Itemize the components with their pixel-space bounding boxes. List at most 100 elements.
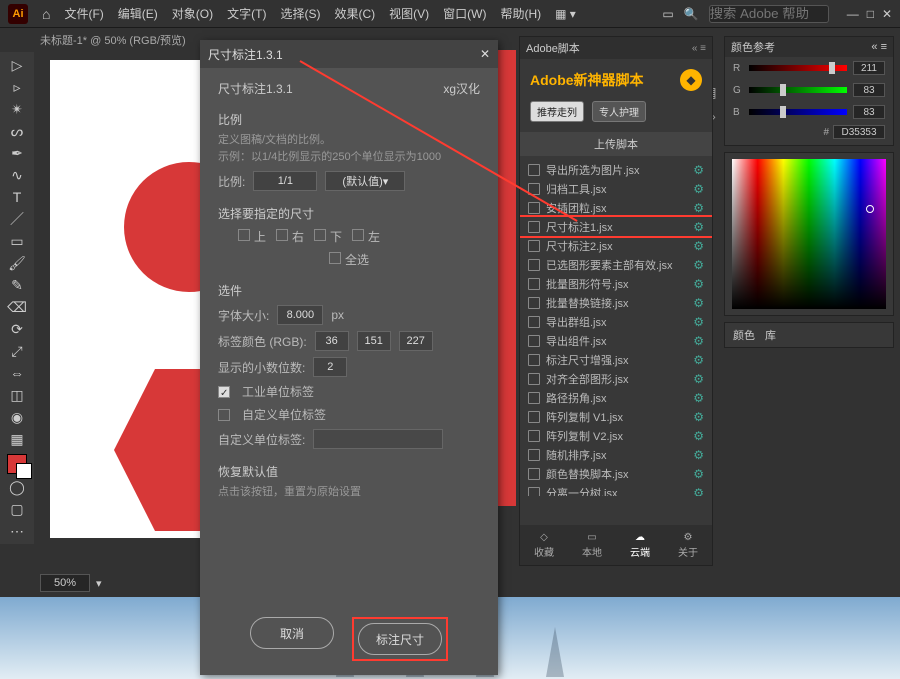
r-slider[interactable] xyxy=(749,65,847,71)
edge-right-checkbox[interactable] xyxy=(276,229,288,241)
script-item[interactable]: 导出群组.jsx⚙ xyxy=(520,312,712,331)
script-item[interactable]: 归档工具.jsx⚙ xyxy=(520,179,712,198)
rect-tool-icon[interactable]: ▭ xyxy=(2,230,32,252)
layout-switcher-icon[interactable]: ▦ ▾ xyxy=(555,7,576,21)
gear-icon[interactable]: ⚙ xyxy=(693,486,704,497)
search-input[interactable] xyxy=(709,5,829,23)
arrange-icon[interactable]: ▭ xyxy=(662,7,673,21)
color-r-input[interactable] xyxy=(315,331,349,351)
lasso-tool-icon[interactable]: ᔕ xyxy=(2,120,32,142)
select-all-checkbox[interactable] xyxy=(329,252,341,264)
font-size-input[interactable] xyxy=(277,305,323,325)
ok-button[interactable]: 标注尺寸 xyxy=(358,623,442,655)
gear-icon[interactable]: ⚙ xyxy=(693,258,704,272)
tab-libraries[interactable]: 库 xyxy=(765,327,776,343)
home-icon[interactable]: ⌂ xyxy=(42,6,50,22)
script-item[interactable]: 分离一分树.jsx⚙ xyxy=(520,483,712,496)
gear-icon[interactable]: ⚙ xyxy=(693,467,704,481)
custom-units-checkbox[interactable] xyxy=(218,409,230,421)
selection-tool-icon[interactable]: ▷ xyxy=(2,54,32,76)
gear-icon[interactable]: ⚙ xyxy=(693,315,704,329)
perspective-tool-icon[interactable]: ▦ xyxy=(2,428,32,450)
gear-icon[interactable]: ⚙ xyxy=(693,163,704,177)
script-item[interactable]: 导出组件.jsx⚙ xyxy=(520,331,712,350)
tab-local[interactable]: ▭本地 xyxy=(582,532,602,559)
shaper-tool-icon[interactable]: ✎ xyxy=(2,274,32,296)
menu-window[interactable]: 窗口(W) xyxy=(443,5,486,22)
free-transform-icon[interactable]: ◫ xyxy=(2,384,32,406)
menu-select[interactable]: 选择(S) xyxy=(280,5,320,22)
menu-object[interactable]: 对象(O) xyxy=(172,5,213,22)
b-slider[interactable] xyxy=(749,109,847,115)
color-panel-title[interactable]: 颜色参考 xyxy=(731,39,775,55)
scale-tool-icon[interactable]: ⤢ xyxy=(2,340,32,362)
panel-menu-icon[interactable]: « ≡ xyxy=(692,43,706,54)
decimals-input[interactable] xyxy=(313,357,347,377)
curvature-tool-icon[interactable]: ∿ xyxy=(2,164,32,186)
zoom-input[interactable] xyxy=(40,574,90,592)
search-icon[interactable]: 🔍 xyxy=(684,7,699,21)
script-item[interactable]: 尺寸标注2.jsx⚙ xyxy=(520,236,712,255)
wand-tool-icon[interactable]: ✴ xyxy=(2,98,32,120)
gear-icon[interactable]: ⚙ xyxy=(693,429,704,443)
script-item[interactable]: 导出所选为图片.jsx⚙ xyxy=(520,160,712,179)
g-value[interactable]: 83 xyxy=(853,83,885,97)
edit-toolbar-icon[interactable]: ⋯ xyxy=(2,520,32,542)
hex-input[interactable]: D35353 xyxy=(833,125,885,139)
gear-icon[interactable]: ⚙ xyxy=(693,277,704,291)
script-item[interactable]: 标注尺寸增强.jsx⚙ xyxy=(520,350,712,369)
window-maximize-icon[interactable]: □ xyxy=(867,7,874,21)
mode-pro[interactable]: 专人护理 xyxy=(592,101,646,122)
window-close-icon[interactable]: ✕ xyxy=(882,7,892,21)
script-item[interactable]: 尺寸标注1.jsx⚙ xyxy=(520,217,712,236)
gear-icon[interactable]: ⚙ xyxy=(693,201,704,215)
script-panel-tab[interactable]: Adobe脚本 xyxy=(526,40,580,56)
stroke-color-swatch[interactable] xyxy=(16,463,32,479)
direct-select-tool-icon[interactable]: ▹ xyxy=(2,76,32,98)
ratio-default-select[interactable]: (默认值) ▾ xyxy=(325,171,405,191)
script-item[interactable]: 路径拐角.jsx⚙ xyxy=(520,388,712,407)
gear-icon[interactable]: ⚙ xyxy=(693,296,704,310)
cancel-button[interactable]: 取消 xyxy=(250,617,334,649)
hexagon-shape[interactable] xyxy=(114,360,200,540)
width-tool-icon[interactable]: ⇔ xyxy=(2,362,32,384)
script-item[interactable]: 随机排序.jsx⚙ xyxy=(520,445,712,464)
color-b-input[interactable] xyxy=(399,331,433,351)
brush-tool-icon[interactable]: 🖌 xyxy=(2,252,32,274)
gear-icon[interactable]: ⚙ xyxy=(693,353,704,367)
tab-swatches[interactable]: 颜色 xyxy=(733,327,755,343)
script-item[interactable]: 安插团粒.jsx⚙ xyxy=(520,198,712,217)
r-value[interactable]: 211 xyxy=(853,61,885,75)
pen-tool-icon[interactable]: ✒ xyxy=(2,142,32,164)
script-item[interactable]: 已选图形要素主部有效.jsx⚙ xyxy=(520,255,712,274)
gear-icon[interactable]: ⚙ xyxy=(693,239,704,253)
ratio-select[interactable]: 1/1 xyxy=(253,171,317,191)
gear-icon[interactable]: ⚙ xyxy=(693,410,704,424)
script-item[interactable]: 对齐全部图形.jsx⚙ xyxy=(520,369,712,388)
eraser-tool-icon[interactable]: ⌫ xyxy=(2,296,32,318)
line-tool-icon[interactable]: ／ xyxy=(2,208,32,230)
edge-bottom-checkbox[interactable] xyxy=(314,229,326,241)
script-item[interactable]: 阵列复制 V1.jsx⚙ xyxy=(520,407,712,426)
fill-color-swatch[interactable] xyxy=(7,454,27,474)
rotate-tool-icon[interactable]: ⟳ xyxy=(2,318,32,340)
tab-about[interactable]: ⚙关于 xyxy=(678,532,698,559)
menu-file[interactable]: 文件(F) xyxy=(64,5,103,22)
b-value[interactable]: 83 xyxy=(853,105,885,119)
eng-units-checkbox[interactable] xyxy=(218,386,230,398)
g-slider[interactable] xyxy=(749,87,847,93)
script-item[interactable]: 颜色替换脚本.jsx⚙ xyxy=(520,464,712,483)
dialog-titlebar[interactable]: 尺寸标注1.3.1 ✕ xyxy=(200,40,498,68)
edge-top-checkbox[interactable] xyxy=(238,229,250,241)
tab-cloud[interactable]: ☁云端 xyxy=(630,532,650,559)
menu-edit[interactable]: 编辑(E) xyxy=(118,5,158,22)
script-item[interactable]: 阵列复制 V2.jsx⚙ xyxy=(520,426,712,445)
draw-mode-icon[interactable]: ◯ xyxy=(2,476,32,498)
mode-recommended[interactable]: 推荐走列 xyxy=(530,101,584,122)
edge-left-checkbox[interactable] xyxy=(352,229,364,241)
type-tool-icon[interactable]: T xyxy=(2,186,32,208)
gear-icon[interactable]: ⚙ xyxy=(693,448,704,462)
screen-mode-icon[interactable]: ▢ xyxy=(2,498,32,520)
shape-builder-icon[interactable]: ◉ xyxy=(2,406,32,428)
menu-view[interactable]: 视图(V) xyxy=(389,5,429,22)
